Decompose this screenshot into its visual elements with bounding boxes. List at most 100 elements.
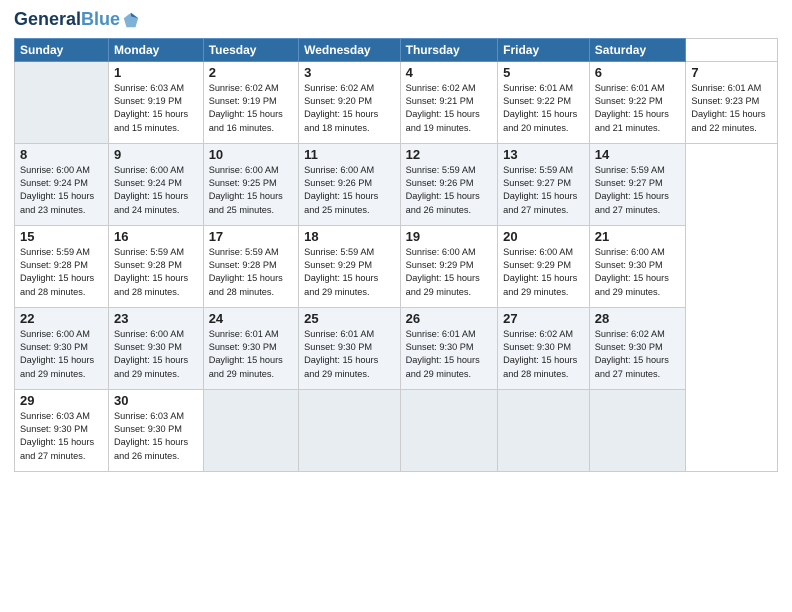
calendar-cell: 24 Sunrise: 6:01 AMSunset: 9:30 PMDayligh… bbox=[203, 307, 298, 389]
day-number: 18 bbox=[304, 229, 395, 244]
day-number: 25 bbox=[304, 311, 395, 326]
calendar-table: SundayMondayTuesdayWednesdayThursdayFrid… bbox=[14, 38, 778, 472]
calendar-cell: 25 Sunrise: 6:01 AMSunset: 9:30 PMDayligh… bbox=[299, 307, 401, 389]
day-number: 26 bbox=[406, 311, 492, 326]
day-number: 24 bbox=[209, 311, 293, 326]
day-number: 13 bbox=[503, 147, 584, 162]
cell-info: Sunrise: 5:59 AMSunset: 9:28 PMDaylight:… bbox=[20, 246, 103, 299]
day-number: 10 bbox=[209, 147, 293, 162]
cell-info: Sunrise: 6:01 AMSunset: 9:23 PMDaylight:… bbox=[691, 82, 772, 135]
day-number: 1 bbox=[114, 65, 198, 80]
day-header-wednesday: Wednesday bbox=[299, 38, 401, 61]
day-number: 7 bbox=[691, 65, 772, 80]
day-number: 27 bbox=[503, 311, 584, 326]
day-number: 20 bbox=[503, 229, 584, 244]
cell-info: Sunrise: 6:02 AMSunset: 9:19 PMDaylight:… bbox=[209, 82, 293, 135]
day-number: 19 bbox=[406, 229, 492, 244]
day-number: 15 bbox=[20, 229, 103, 244]
calendar-cell: 3 Sunrise: 6:02 AMSunset: 9:20 PMDaylight… bbox=[299, 61, 401, 143]
day-number: 11 bbox=[304, 147, 395, 162]
calendar-cell: 21 Sunrise: 6:00 AMSunset: 9:30 PMDayligh… bbox=[589, 225, 686, 307]
cell-info: Sunrise: 6:03 AMSunset: 9:30 PMDaylight:… bbox=[20, 410, 103, 463]
empty-cell bbox=[15, 61, 109, 143]
day-number: 9 bbox=[114, 147, 198, 162]
calendar-cell: 6Sunrise: 6:01 AMSunset: 9:22 PMDaylight… bbox=[589, 61, 686, 143]
calendar-header-row: SundayMondayTuesdayWednesdayThursdayFrid… bbox=[15, 38, 778, 61]
cell-info: Sunrise: 6:00 AMSunset: 9:29 PMDaylight:… bbox=[406, 246, 492, 299]
calendar-week-row: 29 Sunrise: 6:03 AMSunset: 9:30 PMDayligh… bbox=[15, 389, 778, 471]
calendar-cell bbox=[203, 389, 298, 471]
cell-info: Sunrise: 5:59 AMSunset: 9:27 PMDaylight:… bbox=[503, 164, 584, 217]
calendar-cell: 29 Sunrise: 6:03 AMSunset: 9:30 PMDayligh… bbox=[15, 389, 109, 471]
page: GeneralBlue SundayMondayTuesdayWednesday… bbox=[0, 0, 792, 612]
cell-info: Sunrise: 5:59 AMSunset: 9:28 PMDaylight:… bbox=[114, 246, 198, 299]
calendar-cell: 4 Sunrise: 6:02 AMSunset: 9:21 PMDaylight… bbox=[400, 61, 497, 143]
cell-info: Sunrise: 5:59 AMSunset: 9:29 PMDaylight:… bbox=[304, 246, 395, 299]
cell-info: Sunrise: 6:00 AMSunset: 9:30 PMDaylight:… bbox=[114, 328, 198, 381]
day-number: 28 bbox=[595, 311, 681, 326]
cell-info: Sunrise: 6:02 AMSunset: 9:21 PMDaylight:… bbox=[406, 82, 492, 135]
calendar-cell: 9 Sunrise: 6:00 AMSunset: 9:24 PMDaylight… bbox=[109, 143, 204, 225]
cell-info: Sunrise: 6:02 AMSunset: 9:30 PMDaylight:… bbox=[595, 328, 681, 381]
day-number: 29 bbox=[20, 393, 103, 408]
cell-info: Sunrise: 6:01 AMSunset: 9:30 PMDaylight:… bbox=[304, 328, 395, 381]
calendar-cell: 17 Sunrise: 5:59 AMSunset: 9:28 PMDayligh… bbox=[203, 225, 298, 307]
calendar-cell: 18 Sunrise: 5:59 AMSunset: 9:29 PMDayligh… bbox=[299, 225, 401, 307]
calendar-cell bbox=[589, 389, 686, 471]
day-number: 5 bbox=[503, 65, 584, 80]
calendar-cell: 5Sunrise: 6:01 AMSunset: 9:22 PMDaylight… bbox=[498, 61, 590, 143]
calendar-cell: 27 Sunrise: 6:02 AMSunset: 9:30 PMDayligh… bbox=[498, 307, 590, 389]
calendar-week-row: 8 Sunrise: 6:00 AMSunset: 9:24 PMDaylight… bbox=[15, 143, 778, 225]
calendar-cell: 30 Sunrise: 6:03 AMSunset: 9:30 PMDayligh… bbox=[109, 389, 204, 471]
calendar-cell: 13 Sunrise: 5:59 AMSunset: 9:27 PMDayligh… bbox=[498, 143, 590, 225]
cell-info: Sunrise: 6:00 AMSunset: 9:30 PMDaylight:… bbox=[595, 246, 681, 299]
cell-info: Sunrise: 5:59 AMSunset: 9:27 PMDaylight:… bbox=[595, 164, 681, 217]
day-header-tuesday: Tuesday bbox=[203, 38, 298, 61]
day-number: 2 bbox=[209, 65, 293, 80]
calendar-week-row: 15 Sunrise: 5:59 AMSunset: 9:28 PMDayligh… bbox=[15, 225, 778, 307]
day-header-monday: Monday bbox=[109, 38, 204, 61]
calendar-cell: 1 Sunrise: 6:03 AMSunset: 9:19 PMDaylight… bbox=[109, 61, 204, 143]
day-number: 22 bbox=[20, 311, 103, 326]
logo-icon bbox=[122, 11, 140, 29]
calendar-cell: 7 Sunrise: 6:01 AMSunset: 9:23 PMDaylight… bbox=[686, 61, 778, 143]
calendar-week-row: 22 Sunrise: 6:00 AMSunset: 9:30 PMDayligh… bbox=[15, 307, 778, 389]
calendar-cell: 12 Sunrise: 5:59 AMSunset: 9:26 PMDayligh… bbox=[400, 143, 497, 225]
day-number: 30 bbox=[114, 393, 198, 408]
day-number: 4 bbox=[406, 65, 492, 80]
calendar-cell: 16Sunrise: 5:59 AMSunset: 9:28 PMDayligh… bbox=[109, 225, 204, 307]
calendar-cell: 26Sunrise: 6:01 AMSunset: 9:30 PMDayligh… bbox=[400, 307, 497, 389]
day-number: 8 bbox=[20, 147, 103, 162]
cell-info: Sunrise: 6:00 AMSunset: 9:26 PMDaylight:… bbox=[304, 164, 395, 217]
day-header-thursday: Thursday bbox=[400, 38, 497, 61]
day-number: 21 bbox=[595, 229, 681, 244]
calendar-cell: 28 Sunrise: 6:02 AMSunset: 9:30 PMDayligh… bbox=[589, 307, 686, 389]
calendar-cell bbox=[498, 389, 590, 471]
day-header-sunday: Sunday bbox=[15, 38, 109, 61]
day-number: 17 bbox=[209, 229, 293, 244]
calendar-cell: 10 Sunrise: 6:00 AMSunset: 9:25 PMDayligh… bbox=[203, 143, 298, 225]
calendar-cell: 22 Sunrise: 6:00 AMSunset: 9:30 PMDayligh… bbox=[15, 307, 109, 389]
cell-info: Sunrise: 6:02 AMSunset: 9:30 PMDaylight:… bbox=[503, 328, 584, 381]
day-number: 12 bbox=[406, 147, 492, 162]
calendar-cell: 19 Sunrise: 6:00 AMSunset: 9:29 PMDayligh… bbox=[400, 225, 497, 307]
cell-info: Sunrise: 6:01 AMSunset: 9:30 PMDaylight:… bbox=[209, 328, 293, 381]
cell-info: Sunrise: 6:00 AMSunset: 9:25 PMDaylight:… bbox=[209, 164, 293, 217]
cell-info: Sunrise: 6:03 AMSunset: 9:19 PMDaylight:… bbox=[114, 82, 198, 135]
calendar-cell: 20Sunrise: 6:00 AMSunset: 9:29 PMDayligh… bbox=[498, 225, 590, 307]
calendar-cell: 23Sunrise: 6:00 AMSunset: 9:30 PMDayligh… bbox=[109, 307, 204, 389]
calendar-cell: 14Sunrise: 5:59 AMSunset: 9:27 PMDayligh… bbox=[589, 143, 686, 225]
logo-text: GeneralBlue bbox=[14, 10, 120, 30]
cell-info: Sunrise: 6:00 AMSunset: 9:30 PMDaylight:… bbox=[20, 328, 103, 381]
cell-info: Sunrise: 6:02 AMSunset: 9:20 PMDaylight:… bbox=[304, 82, 395, 135]
day-header-friday: Friday bbox=[498, 38, 590, 61]
cell-info: Sunrise: 6:01 AMSunset: 9:22 PMDaylight:… bbox=[595, 82, 681, 135]
day-number: 3 bbox=[304, 65, 395, 80]
cell-info: Sunrise: 6:00 AMSunset: 9:24 PMDaylight:… bbox=[114, 164, 198, 217]
cell-info: Sunrise: 6:03 AMSunset: 9:30 PMDaylight:… bbox=[114, 410, 198, 463]
cell-info: Sunrise: 5:59 AMSunset: 9:26 PMDaylight:… bbox=[406, 164, 492, 217]
cell-info: Sunrise: 6:00 AMSunset: 9:24 PMDaylight:… bbox=[20, 164, 103, 217]
cell-info: Sunrise: 5:59 AMSunset: 9:28 PMDaylight:… bbox=[209, 246, 293, 299]
calendar-cell: 2 Sunrise: 6:02 AMSunset: 9:19 PMDaylight… bbox=[203, 61, 298, 143]
calendar-cell bbox=[400, 389, 497, 471]
